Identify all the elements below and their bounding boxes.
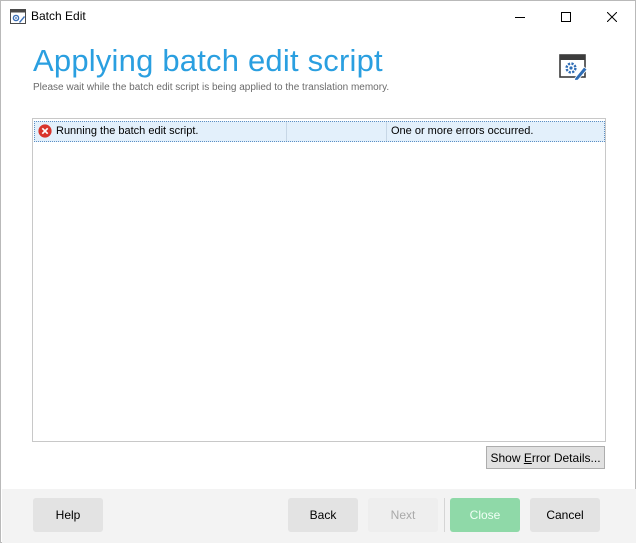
page-subtitle: Please wait while the batch edit script …: [33, 82, 390, 93]
error-icon: [38, 124, 52, 138]
window-title: Batch Edit: [31, 9, 86, 23]
close-window-button[interactable]: [589, 1, 635, 32]
cancel-button[interactable]: Cancel: [530, 498, 600, 532]
title-bar: Batch Edit: [1, 1, 635, 32]
close-icon: [607, 11, 617, 22]
batch-edit-settings-icon: [559, 53, 589, 81]
minimize-button[interactable]: [497, 1, 543, 32]
close-label: Close: [469, 508, 501, 522]
column-separator: [286, 122, 287, 141]
task-name: Running the batch edit script.: [56, 125, 199, 137]
close-button[interactable]: Close: [450, 498, 520, 532]
cancel-label: Cancel: [546, 508, 584, 522]
table-row[interactable]: Running the batch edit script. One or mo…: [34, 121, 605, 142]
back-label: Back: [309, 508, 337, 522]
show-error-details-button[interactable]: Show Error Details...: [486, 446, 605, 469]
page-title: Applying batch edit script: [33, 43, 383, 78]
minimize-icon: [515, 12, 525, 22]
batch-edit-app-icon: [10, 9, 26, 24]
show-error-details-label: Show Error Details...: [490, 450, 601, 465]
help-button[interactable]: Help: [33, 498, 103, 532]
column-separator: [386, 122, 387, 141]
back-button[interactable]: Back: [288, 498, 358, 532]
help-label: Help: [55, 508, 81, 522]
footer-divider: [444, 498, 445, 532]
next-label: Next: [390, 508, 416, 522]
batch-edit-window: Batch Edit Applying batch edit script Pl…: [0, 0, 636, 543]
task-message: One or more errors occurred.: [391, 125, 534, 137]
next-button[interactable]: Next: [368, 498, 438, 532]
maximize-icon: [561, 11, 571, 22]
task-list[interactable]: Running the batch edit script. One or mo…: [32, 118, 606, 442]
maximize-button[interactable]: [543, 1, 589, 32]
